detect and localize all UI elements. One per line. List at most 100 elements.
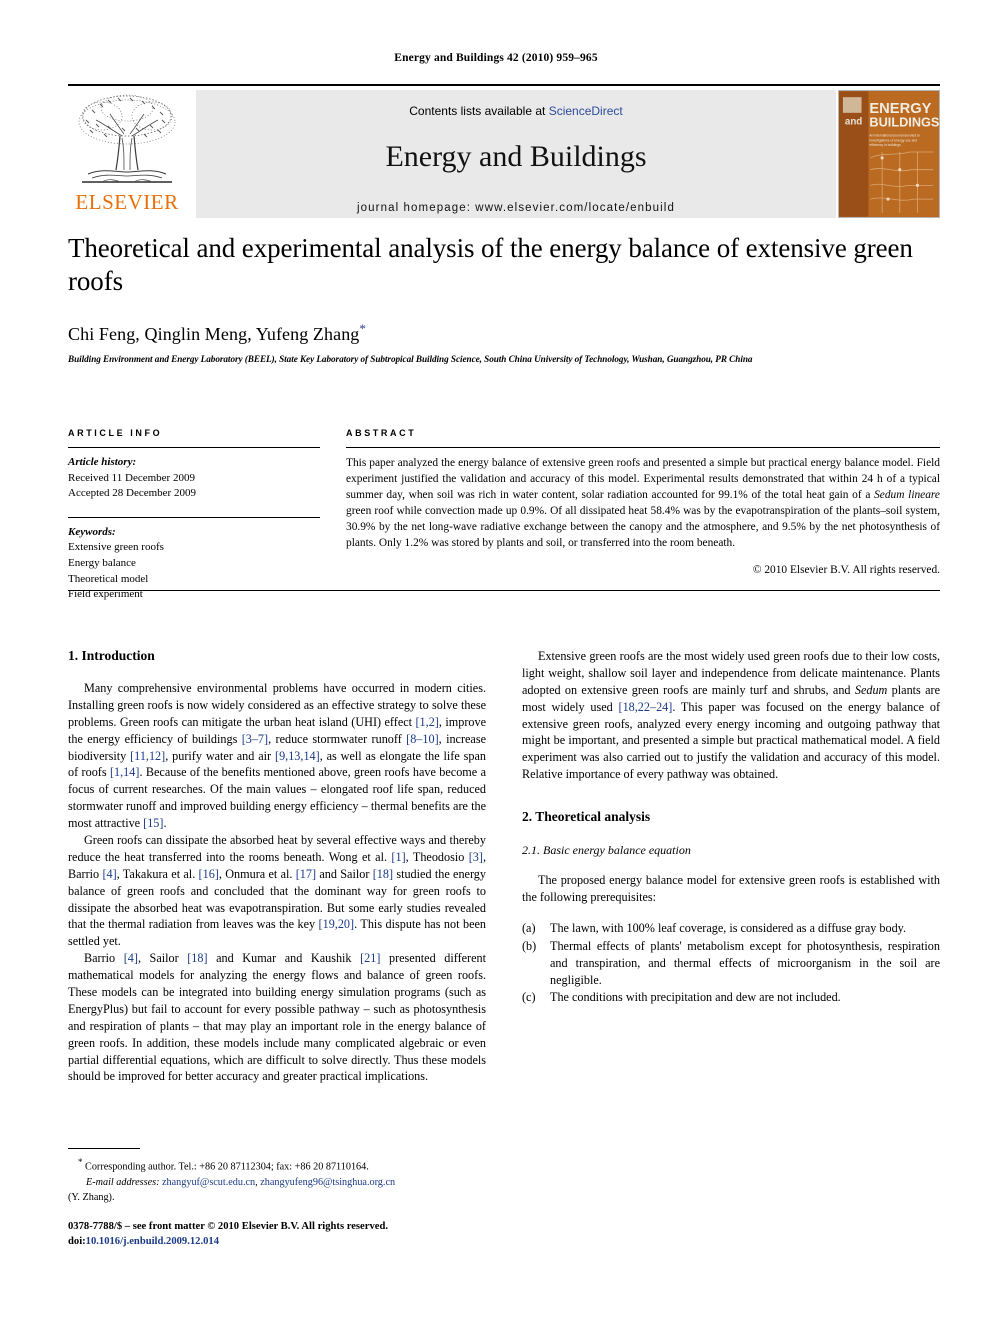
paper-page: Energy and Buildings 42 (2010) 959–965 E… xyxy=(0,0,992,1323)
elsevier-logo: ELSEVIER xyxy=(68,90,186,218)
list-item-text: The lawn, with 100% leaf coverage, is co… xyxy=(550,920,907,935)
citation-ref[interactable]: [18] xyxy=(187,951,207,965)
abstract-heading: ABSTRACT xyxy=(346,428,417,438)
citation-ref[interactable]: [19,20] xyxy=(319,917,355,931)
imprint-block: 0378-7788/$ – see front matter © 2010 El… xyxy=(68,1219,528,1250)
list-item: (b) Thermal effects of plants' metabolism… xyxy=(522,938,940,989)
email-footnote: E-mail addresses: zhangyuf@scut.edu.cn, … xyxy=(68,1176,486,1190)
paragraph-intro-3: Barrio [4], Sailor [18] and Kumar and Ka… xyxy=(68,950,486,1085)
citation-ref[interactable]: [18] xyxy=(373,867,393,881)
text-run: . xyxy=(163,816,167,831)
prerequisites-list: (a) The lawn, with 100% leaf coverage, is… xyxy=(522,920,940,1006)
contents-available-line: Contents lists available at ScienceDirec… xyxy=(196,104,836,118)
article-history-accepted: Accepted 28 December 2009 xyxy=(68,487,196,500)
abstract-part-2: green roof while convection made up 0.9%… xyxy=(346,504,940,549)
journal-homepage-line[interactable]: journal homepage: www.elsevier.com/locat… xyxy=(196,202,836,214)
author-affiliation: Building Environment and Energy Laborato… xyxy=(68,353,753,364)
elsevier-wordmark: ELSEVIER xyxy=(75,190,179,214)
citation-ref[interactable]: [9,13,14] xyxy=(275,749,320,763)
section-heading-introduction: 1. Introduction xyxy=(68,648,155,663)
page-title: Theoretical and experimental analysis of… xyxy=(68,233,913,297)
svg-text:BUILDINGS: BUILDINGS xyxy=(869,115,939,130)
abstract-part-1: This paper analyzed the energy balance o… xyxy=(346,457,940,501)
text-run: and Kumar and Kaushik xyxy=(207,951,361,966)
citation-ref[interactable]: [3–7] xyxy=(242,732,268,746)
citation-ref[interactable]: [8–10] xyxy=(406,732,439,746)
doi-label: doi: xyxy=(68,1236,86,1248)
info-block-bottom-rule xyxy=(68,590,940,591)
svg-text:and: and xyxy=(845,117,862,128)
svg-text:investigations of energy use a: investigations of energy use and xyxy=(869,138,917,142)
citation-ref[interactable]: [15] xyxy=(143,816,163,830)
keyword-item: Extensive green roofs xyxy=(68,541,164,554)
abstract-text: This paper analyzed the energy balance o… xyxy=(346,456,940,552)
email-author-note: (Y. Zhang). xyxy=(68,1192,115,1204)
sciencedirect-link[interactable]: ScienceDirect xyxy=(549,104,623,118)
list-marker: (a) xyxy=(522,920,536,935)
right-column: Extensive green roofs are the most widel… xyxy=(522,648,940,1007)
email-link-secondary[interactable]: zhangyufeng96@tsinghua.org.cn xyxy=(260,1177,395,1188)
keyword-item: Energy balance xyxy=(68,557,136,570)
corresponding-author-text: Corresponding author. Tel.: +86 20 87112… xyxy=(82,1161,369,1173)
species-name: Sedum lineare xyxy=(874,488,940,501)
abstract-column: ABSTRACT This paper analyzed the energy … xyxy=(346,428,940,576)
list-item-text: Thermal effects of plants' metabolism ex… xyxy=(550,938,940,987)
list-item: (c) The conditions with precipitation and… xyxy=(522,989,940,1006)
citation-ref[interactable]: [4] xyxy=(124,951,138,965)
citation-ref[interactable]: [1,14] xyxy=(110,765,139,779)
footnote-block: * Corresponding author. Tel.: +86 20 871… xyxy=(68,1148,486,1206)
doi-line: doi:10.1016/j.enbuild.2009.12.014 xyxy=(68,1234,528,1249)
paragraph-intro-4: Extensive green roofs are the most widel… xyxy=(522,648,940,783)
masthead-banner: Contents lists available at ScienceDirec… xyxy=(196,90,836,218)
citation-ref[interactable]: [11,12] xyxy=(130,749,165,763)
abstract-rule xyxy=(346,447,940,448)
citation-ref[interactable]: [16] xyxy=(199,867,219,881)
text-run-tail: presented different mathematical models … xyxy=(68,951,486,1084)
email-link-primary[interactable]: zhangyuf@scut.edu.cn xyxy=(162,1177,255,1188)
contents-prefix: Contents lists available at xyxy=(409,104,546,118)
list-marker: (b) xyxy=(522,938,537,953)
citation-ref[interactable]: [3] xyxy=(469,850,483,864)
citation-ref[interactable]: [17] xyxy=(296,867,316,881)
journal-masthead: ELSEVIER Contents lists available at Sci… xyxy=(68,84,940,219)
corresponding-author-marker: * xyxy=(359,320,367,336)
article-history: Article history: Received 11 December 20… xyxy=(68,455,320,502)
citation-ref[interactable]: [21] xyxy=(360,951,380,965)
genus-name: Sedum xyxy=(854,682,888,697)
citation-ref[interactable]: [1] xyxy=(391,850,405,864)
keywords-rule xyxy=(68,516,320,518)
text-run: , Theodosio xyxy=(405,849,469,864)
keyword-item: Theoretical model xyxy=(68,572,149,585)
citation-ref[interactable]: [18,22–24] xyxy=(619,700,673,714)
article-info-column: ARTICLE INFO Article history: Received 1… xyxy=(68,428,320,603)
footnote-rule xyxy=(68,1148,140,1149)
copyright-notice: © 2010 Elsevier B.V. All rights reserved… xyxy=(752,563,940,576)
keywords-label: Keywords: xyxy=(68,525,116,538)
list-marker: (c) xyxy=(522,990,536,1005)
svg-text:efficiency in buildings: efficiency in buildings xyxy=(869,143,901,147)
text-run: , Takakura et al. xyxy=(116,866,199,881)
elsevier-tree-icon xyxy=(78,94,176,183)
list-item: (a) The lawn, with 100% leaf coverage, is… xyxy=(522,920,940,937)
keywords-list: Keywords: Extensive green roofs Energy b… xyxy=(68,525,320,603)
doi-value[interactable]: 10.1016/j.enbuild.2009.12.014 xyxy=(86,1236,219,1247)
title-block: Theoretical and experimental analysis of… xyxy=(68,232,940,364)
text-run: Barrio xyxy=(84,951,124,966)
corresponding-author-footnote: * Corresponding author. Tel.: +86 20 871… xyxy=(68,1156,486,1175)
journal-cover-thumbnail: and ENERGY BUILDINGS An international jo… xyxy=(838,90,940,218)
issn-front-matter: 0378-7788/$ – see front matter © 2010 El… xyxy=(68,1221,388,1232)
article-info-heading: ARTICLE INFO xyxy=(68,428,163,438)
paragraph-theoretical-intro: The proposed energy balance model for ex… xyxy=(522,873,940,905)
citation-ref[interactable]: [1,2] xyxy=(416,715,439,729)
citation-ref[interactable]: [4] xyxy=(102,867,116,881)
svg-text:An international journal devot: An international journal devoted to xyxy=(869,133,920,137)
subsection-heading-basic-energy-balance: 2.1. Basic energy balance equation xyxy=(522,843,691,858)
journal-title: Energy and Buildings xyxy=(385,140,647,173)
section-heading-theoretical-analysis: 2. Theoretical analysis xyxy=(522,809,651,825)
author-list: Chi Feng, Qinglin Meng, Yufeng Zhang* xyxy=(68,321,940,345)
list-item-text: The conditions with precipitation and de… xyxy=(550,990,841,1005)
text-run: , Onmura et al. xyxy=(218,866,296,881)
cover-artwork: and ENERGY BUILDINGS An international jo… xyxy=(839,91,939,217)
text-run: , reduce stormwater runoff xyxy=(268,731,407,746)
author-names: Chi Feng, Qinglin Meng, Yufeng Zhang xyxy=(68,323,360,344)
